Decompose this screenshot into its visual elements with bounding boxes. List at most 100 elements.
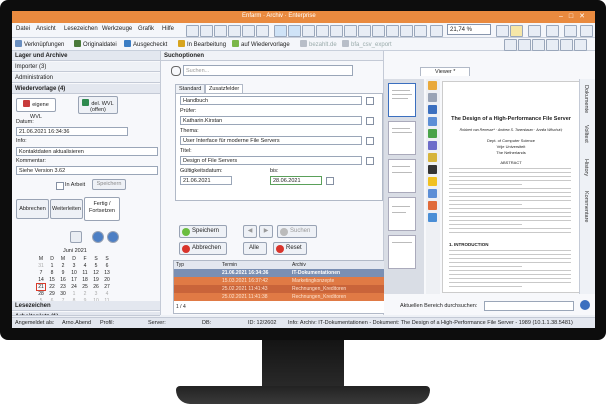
tab-standard[interactable]: Standard (175, 84, 206, 93)
delete-icon[interactable] (372, 25, 385, 37)
move-icon[interactable] (428, 117, 437, 126)
copy-icon[interactable] (358, 25, 371, 37)
calendar-day[interactable]: 16 (59, 277, 67, 283)
zoom-select[interactable]: 21,74 % (447, 24, 491, 35)
own-resubmission-button[interactable]: eigene WVL (16, 98, 56, 120)
calendar-day[interactable]: 11 (81, 270, 89, 276)
table-row[interactable]: 15.03.2021 16:37:42 Marketingkonzepte (174, 277, 384, 285)
topic-checkbox[interactable] (366, 137, 374, 145)
calendar-day[interactable]: 7 (37, 270, 45, 276)
attach-icon[interactable] (316, 25, 329, 37)
stamp-icon[interactable] (344, 25, 357, 37)
calendar-day[interactable]: 9 (59, 270, 67, 276)
grid-icon[interactable] (214, 25, 227, 37)
topic-field[interactable]: User Interface für moderne File Servers (180, 136, 362, 145)
calendar-day[interactable]: 18 (81, 277, 89, 283)
user-icon[interactable] (528, 25, 541, 37)
table-row[interactable]: 25.02.2021 11:41:43 Rechnungen_Kreditore… (174, 285, 384, 293)
col-archive[interactable]: Archiv (292, 261, 306, 269)
thumbnail-page[interactable] (388, 159, 416, 193)
forward-button[interactable]: Weiterleiten (50, 199, 83, 219)
help-icon[interactable] (580, 25, 593, 37)
col-type[interactable]: Typ (176, 261, 184, 269)
pointer-icon[interactable] (428, 105, 437, 114)
in-progress-button[interactable]: In Bearbeitung (178, 40, 226, 48)
menu-ansicht[interactable]: Ansicht (36, 26, 56, 32)
calendar-day[interactable]: 23 (59, 284, 67, 290)
administration-item[interactable]: Administration (12, 73, 160, 83)
grid-view-icon[interactable] (564, 25, 577, 37)
calendar-day[interactable]: 1 (70, 291, 78, 297)
menu-werkzeuge[interactable]: Werkzeuge (102, 26, 132, 32)
side-tab-comments[interactable]: Kommentare (583, 191, 589, 223)
calendar-day[interactable]: 2 (59, 263, 67, 269)
stamp-icon[interactable] (428, 129, 437, 138)
side-tab-fulltext[interactable]: Volltext (583, 125, 589, 143)
more-icon[interactable] (574, 39, 587, 51)
handbook-checkbox[interactable] (366, 97, 374, 105)
lock-icon[interactable] (330, 25, 343, 37)
calendar-day[interactable]: 17 (70, 277, 78, 283)
calendar-day[interactable]: 14 (37, 277, 45, 283)
date-field[interactable]: 21.06.2021 16:34:36 (16, 127, 128, 136)
thumbnail-page[interactable] (388, 121, 416, 155)
resubmission-button[interactable]: auf Wiedervorlage (232, 40, 290, 48)
calendar-icon[interactable] (70, 231, 82, 243)
title-checkbox[interactable] (366, 157, 374, 165)
list-icon[interactable] (200, 25, 213, 37)
calendar-day[interactable]: 21 (36, 283, 46, 291)
view-icon[interactable] (186, 25, 199, 37)
calendar-day[interactable]: 26 (92, 284, 100, 290)
arrow-icon[interactable] (428, 213, 437, 222)
calendar-day[interactable]: 15 (48, 277, 56, 283)
hand-icon[interactable] (428, 81, 437, 90)
table-row[interactable]: 25.02.2021 11:41:38 Rechnungen_Kreditore… (174, 293, 384, 301)
search-area-input[interactable] (484, 301, 574, 311)
calendar-day[interactable]: 10 (70, 270, 78, 276)
cancel-search-button[interactable]: Abbrechen (179, 242, 227, 255)
scan-icon[interactable] (256, 25, 269, 37)
calendar-day[interactable]: 3 (92, 291, 100, 297)
share-icon[interactable] (546, 39, 559, 51)
text-icon[interactable] (428, 165, 437, 174)
del-resubmission-button[interactable]: del. WVL (offen) (78, 96, 118, 114)
handbook-field[interactable]: Handbuch (180, 96, 362, 105)
calendar-day[interactable]: 8 (48, 270, 56, 276)
col-date[interactable]: Termin (222, 261, 237, 269)
thumbnail-page[interactable] (388, 235, 416, 269)
marker-icon[interactable] (428, 177, 437, 186)
print-icon[interactable] (242, 25, 255, 37)
mail-icon[interactable] (302, 25, 315, 37)
validity-checkbox[interactable] (326, 177, 334, 185)
window-controls[interactable]: –□✕ (559, 12, 591, 20)
rotate-icon[interactable] (400, 25, 413, 37)
comment-field[interactable]: Siehe Version 3.62 (16, 166, 158, 175)
side-tab-history[interactable]: History (583, 159, 589, 176)
fit-page-icon[interactable] (496, 25, 509, 37)
bookmarks-header[interactable]: Lesezeichen (12, 301, 160, 311)
calendar-day[interactable]: 30 (59, 291, 67, 297)
line-icon[interactable] (428, 189, 437, 198)
folder-icon[interactable] (288, 25, 301, 37)
calendar-day[interactable]: 24 (70, 284, 78, 290)
checked-out-button[interactable]: Ausgecheckt (124, 40, 167, 48)
thumbnail-page[interactable] (388, 83, 416, 117)
resubmission-header[interactable]: Wiedervorlage (4) (12, 84, 160, 94)
menu-hilfe[interactable]: Hilfe (162, 26, 174, 32)
menu-grafik[interactable]: Grafik (138, 26, 154, 32)
lock-icon[interactable] (504, 39, 517, 51)
calendar-day[interactable]: 1 (48, 263, 56, 269)
reviewer-field[interactable]: Katharin.Kirstan (180, 116, 362, 125)
help-icon[interactable] (580, 300, 590, 310)
arrow-left-icon[interactable] (92, 231, 104, 243)
highlight-icon[interactable] (510, 25, 523, 37)
thumbnail-page[interactable] (388, 197, 416, 231)
importer-item[interactable]: Importer (3) (12, 62, 160, 72)
original-file-button[interactable]: Originaldatei (74, 40, 117, 48)
save-button[interactable]: Speichern (92, 179, 126, 190)
valid-from-field[interactable]: 21.06.2021 (180, 176, 232, 185)
calendar-day[interactable]: 20 (103, 277, 111, 283)
back-button[interactable]: ◀ (243, 225, 257, 238)
side-tab-documents[interactable]: Dokumente (583, 85, 589, 113)
text-select-icon[interactable] (428, 93, 437, 102)
